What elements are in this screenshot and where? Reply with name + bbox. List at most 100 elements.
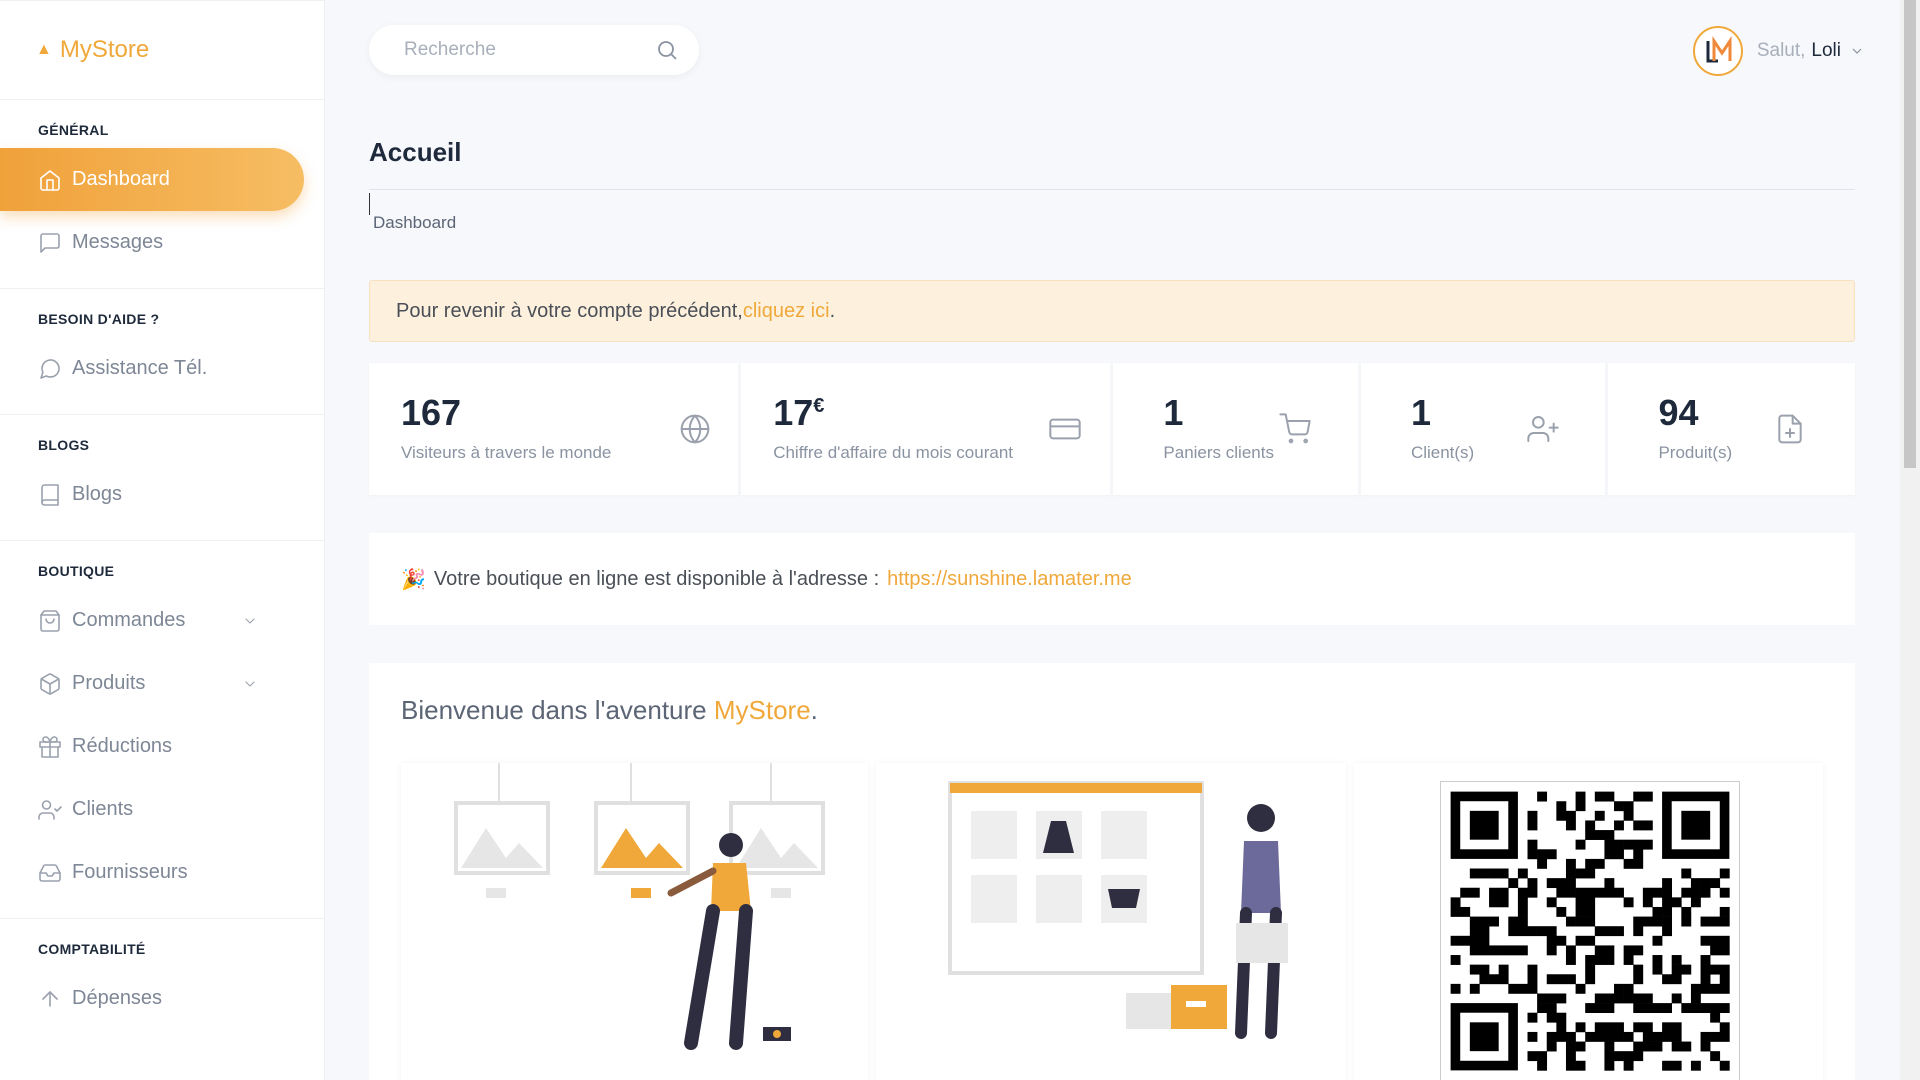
chat-bubble-icon bbox=[40, 358, 60, 379]
section-title: GÉNÉRAL bbox=[38, 122, 109, 138]
account-switch-alert: Pour revenir à votre compte précédent, c… bbox=[369, 280, 1855, 342]
credit-card-icon bbox=[1049, 418, 1081, 440]
home-icon bbox=[40, 169, 60, 191]
book-icon bbox=[41, 483, 59, 506]
sidebar-item-dashboard[interactable]: Dashboard bbox=[0, 148, 304, 211]
avatar[interactable] bbox=[1692, 26, 1743, 76]
sidebar-section-comptabilite: COMPTABILITÉ Dépenses bbox=[0, 919, 324, 1044]
sidebar-item-fournisseurs[interactable]: Fournisseurs bbox=[0, 841, 304, 904]
stat-value: 1 bbox=[1163, 392, 1184, 433]
stat-value: 94 bbox=[1658, 392, 1699, 433]
page-title: Accueil bbox=[369, 137, 462, 167]
gallery-illustration bbox=[454, 763, 825, 1050]
lm-logo-icon bbox=[1706, 36, 1732, 63]
sidebar-item-label: Blogs bbox=[72, 483, 123, 505]
stat-card-revenue: 17€ Chiffre d'affaire du mois courant bbox=[741, 363, 1111, 495]
sidebar-item-clients[interactable]: Clients bbox=[0, 778, 304, 841]
user-menu[interactable]: Salut, Loli bbox=[1692, 26, 1865, 76]
sidebar-item-label: Produits bbox=[72, 672, 146, 694]
brand-logo[interactable]: ▲ MyStore bbox=[0, 0, 324, 100]
alert-suffix: . bbox=[829, 299, 836, 322]
stat-card-carts: 1 Paniers clients bbox=[1113, 363, 1358, 495]
greeting-text: Salut, bbox=[1756, 40, 1806, 61]
stat-label: Produit(s) bbox=[1658, 442, 1733, 462]
divider bbox=[369, 189, 1855, 190]
shop-text: Votre boutique en ligne est disponible à… bbox=[433, 567, 880, 590]
shopping-bag-icon bbox=[40, 609, 60, 632]
inbox-icon bbox=[39, 863, 61, 882]
welcome-brand: MyStore bbox=[713, 695, 811, 725]
brand-name: MyStore bbox=[59, 36, 150, 63]
user-name: Loli bbox=[1811, 40, 1841, 61]
shop-illustration bbox=[948, 781, 1289, 1039]
sidebar-item-label: Assistance Tél. bbox=[72, 357, 208, 379]
sidebar: ▲ MyStore GÉNÉRAL Dashboard Messages BES… bbox=[0, 0, 325, 1080]
bell-logo-icon: ▲ bbox=[36, 41, 52, 58]
welcome-cards bbox=[401, 763, 1823, 1080]
welcome-title: Bienvenue dans l'aventure MyStore. bbox=[401, 695, 818, 726]
sidebar-item-label: Commandes bbox=[72, 609, 186, 631]
welcome-suffix: . bbox=[810, 695, 818, 725]
sidebar-section-help: BESOIN D'AIDE ? Assistance Tél. bbox=[0, 289, 324, 415]
scrollbar[interactable] bbox=[1900, 0, 1920, 1080]
breadcrumb-divider bbox=[369, 193, 370, 215]
alert-link[interactable]: cliquez ici bbox=[743, 300, 830, 323]
sidebar-section-blogs: BLOGS Blogs bbox=[0, 415, 324, 541]
search-box bbox=[369, 25, 699, 75]
sidebar-item-label: Clients bbox=[72, 798, 134, 820]
qr-code-image[interactable] bbox=[1439, 781, 1740, 1080]
search-icon[interactable] bbox=[655, 38, 679, 62]
sidebar-item-blogs[interactable]: Blogs bbox=[0, 463, 304, 526]
stat-label: Client(s) bbox=[1410, 442, 1475, 462]
sidebar-item-label: Dépenses bbox=[72, 987, 163, 1009]
user-check-icon bbox=[38, 799, 62, 820]
sidebar-section-general: GÉNÉRAL Dashboard Messages bbox=[0, 100, 324, 289]
search-input[interactable] bbox=[404, 39, 655, 61]
user-plus-icon bbox=[1527, 416, 1559, 442]
arrow-up-icon bbox=[42, 990, 58, 1007]
welcome-panel: Bienvenue dans l'aventure MyStore. bbox=[369, 663, 1855, 1080]
sidebar-item-label: Fournisseurs bbox=[72, 861, 188, 883]
cart-icon bbox=[1279, 413, 1312, 444]
stat-value-number: 17 bbox=[773, 392, 814, 433]
section-title: COMPTABILITÉ bbox=[38, 941, 146, 957]
box-icon bbox=[40, 672, 60, 695]
qr-code-card bbox=[1353, 763, 1823, 1080]
section-title: BOUTIQUE bbox=[38, 563, 115, 579]
stat-value: 1 bbox=[1410, 392, 1431, 433]
message-icon bbox=[40, 232, 60, 253]
sidebar-item-label: Réductions bbox=[72, 735, 173, 757]
gift-icon bbox=[39, 735, 61, 758]
shop-illustration-card bbox=[876, 763, 1346, 1080]
section-title: BESOIN D'AIDE ? bbox=[38, 311, 160, 327]
breadcrumb[interactable]: Dashboard bbox=[373, 213, 456, 233]
sidebar-item-depenses[interactable]: Dépenses bbox=[0, 967, 304, 1030]
chevron-down-icon bbox=[1852, 48, 1862, 54]
sidebar-item-commandes[interactable]: Commandes bbox=[0, 589, 304, 652]
stats-row: 167 Visiteurs à travers le monde 17€ Chi… bbox=[369, 363, 1855, 495]
sidebar-section-boutique: BOUTIQUE Commandes Produits Réductions C… bbox=[0, 541, 324, 919]
sidebar-item-messages[interactable]: Messages bbox=[0, 211, 304, 274]
sidebar-item-label: Dashboard bbox=[72, 168, 170, 190]
chevron-down-icon bbox=[245, 617, 255, 624]
welcome-text: Bienvenue dans l'aventure bbox=[401, 695, 714, 725]
party-popper-icon: 🎉 bbox=[401, 568, 426, 591]
shop-url-banner: 🎉 Votre boutique en ligne est disponible… bbox=[369, 533, 1855, 625]
sidebar-item-assistance[interactable]: Assistance Tél. bbox=[0, 337, 304, 400]
stat-label: Paniers clients bbox=[1163, 442, 1274, 462]
stat-card-clients: 1 Client(s) bbox=[1360, 363, 1606, 495]
file-plus-icon bbox=[1778, 414, 1803, 444]
scrollbar-thumb[interactable] bbox=[1904, 0, 1916, 468]
stat-label: Visiteurs à travers le monde bbox=[401, 442, 612, 462]
section-title: BLOGS bbox=[38, 437, 90, 453]
shop-url-link[interactable]: https://sunshine.lamater.me bbox=[887, 568, 1132, 591]
sidebar-item-label: Messages bbox=[72, 231, 164, 253]
stat-card-visitors: 167 Visiteurs à travers le monde bbox=[369, 363, 739, 495]
chevron-down-icon bbox=[245, 680, 255, 687]
stat-card-products: 94 Produit(s) bbox=[1608, 363, 1855, 495]
sidebar-item-produits[interactable]: Produits bbox=[0, 652, 304, 715]
alert-text: Pour revenir à votre compte précédent, bbox=[396, 299, 743, 322]
gallery-illustration-card bbox=[401, 763, 869, 1080]
stat-label: Chiffre d'affaire du mois courant bbox=[773, 442, 1014, 462]
sidebar-item-reductions[interactable]: Réductions bbox=[0, 715, 304, 778]
